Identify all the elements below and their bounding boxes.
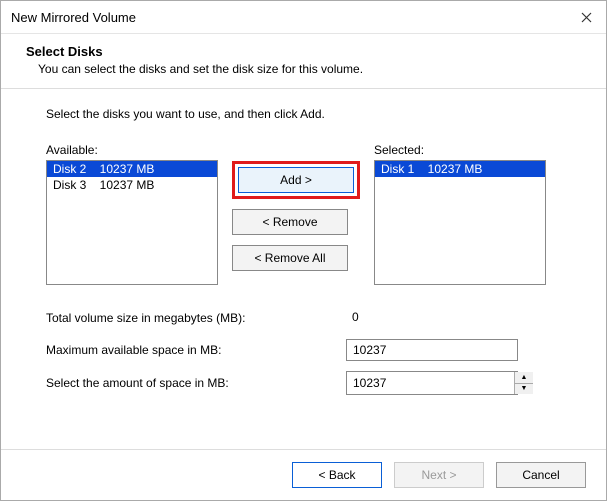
- available-label: Available:: [46, 143, 218, 157]
- spinner-down[interactable]: ▼: [515, 383, 533, 395]
- list-item[interactable]: Disk 3 10237 MB: [47, 177, 217, 193]
- amount-label: Select the amount of space in MB:: [46, 376, 346, 390]
- cancel-button[interactable]: Cancel: [496, 462, 586, 488]
- page-subtitle: You can select the disks and set the dis…: [26, 62, 586, 76]
- remove-all-button[interactable]: < Remove All: [232, 245, 348, 271]
- max-space-label: Maximum available space in MB:: [46, 343, 346, 357]
- total-size-value: 0: [346, 307, 518, 329]
- instruction-text: Select the disks you want to use, and th…: [46, 107, 561, 121]
- next-button: Next >: [394, 462, 484, 488]
- max-space-value: 10237: [346, 339, 518, 361]
- spinner-up[interactable]: ▲: [515, 372, 533, 383]
- add-button-highlight: Add >: [232, 161, 360, 199]
- remove-button[interactable]: < Remove: [232, 209, 348, 235]
- list-item[interactable]: Disk 2 10237 MB: [47, 161, 217, 177]
- selected-label: Selected:: [374, 143, 546, 157]
- page-title: Select Disks: [26, 44, 586, 59]
- available-listbox[interactable]: Disk 2 10237 MBDisk 3 10237 MB: [46, 160, 218, 285]
- window-title: New Mirrored Volume: [11, 10, 136, 25]
- list-item[interactable]: Disk 1 10237 MB: [375, 161, 545, 177]
- selected-listbox[interactable]: Disk 1 10237 MB: [374, 160, 546, 285]
- add-button[interactable]: Add >: [238, 167, 354, 193]
- close-button[interactable]: [576, 7, 596, 27]
- close-icon: [581, 12, 592, 23]
- amount-spinner[interactable]: ▲ ▼: [346, 371, 518, 395]
- back-button[interactable]: < Back: [292, 462, 382, 488]
- total-size-label: Total volume size in megabytes (MB):: [46, 311, 346, 325]
- amount-input[interactable]: [347, 372, 514, 394]
